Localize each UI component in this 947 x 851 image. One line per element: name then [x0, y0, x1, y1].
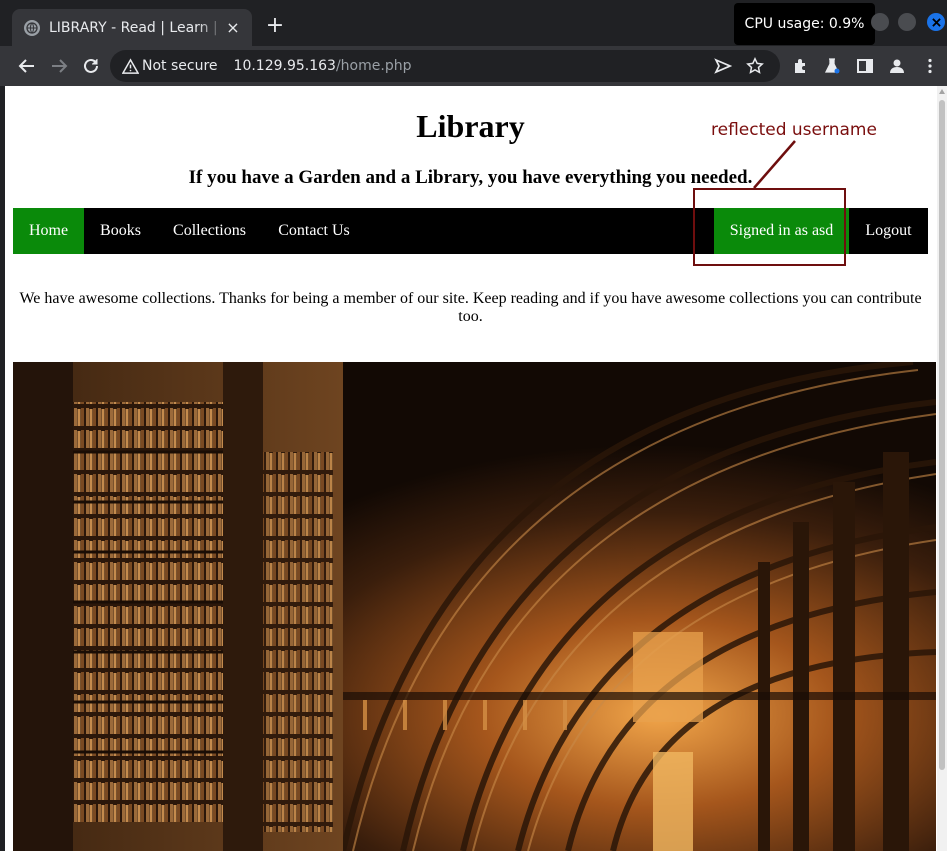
person-icon — [890, 59, 904, 73]
bookmark-button[interactable] — [744, 55, 766, 77]
site-navbar: Home Books Collections Contact Us Signed… — [13, 208, 928, 254]
security-status[interactable]: Not secure — [142, 58, 218, 74]
window-close-button[interactable] — [927, 13, 945, 31]
reload-button[interactable] — [80, 55, 102, 77]
send-tab-button[interactable] — [712, 55, 734, 77]
star-icon — [746, 57, 764, 74]
url-path: /home.php — [335, 58, 412, 74]
nav-home[interactable]: Home — [13, 208, 84, 254]
nav-books[interactable]: Books — [84, 208, 157, 254]
browser-tab[interactable]: LIBRARY - Read | Learn | Have Fun × — [12, 9, 252, 46]
labs-button[interactable] — [821, 55, 843, 77]
scrollbar-thumb[interactable] — [939, 100, 945, 770]
url-host: 10.129.95.163 — [233, 58, 336, 74]
page-viewport: Library If you have a Garden and a Libra… — [5, 86, 947, 851]
back-button[interactable] — [16, 55, 38, 77]
reload-icon — [84, 58, 98, 73]
page-scrollbar[interactable] — [937, 86, 947, 851]
nav-logout[interactable]: Logout — [849, 208, 928, 254]
signed-in-user[interactable]: Signed in as asd — [714, 208, 849, 254]
library-hall-image — [13, 362, 936, 851]
browser-tabstrip: LIBRARY - Read | Learn | Have Fun × + CP… — [0, 0, 947, 46]
close-icon — [931, 17, 941, 27]
cpu-usage-tooltip: CPU usage: 0.9% — [734, 3, 875, 45]
side-panel-button[interactable] — [854, 55, 876, 77]
tab-title: LIBRARY - Read | Learn | Have Fun — [49, 19, 224, 36]
warning-icon — [122, 57, 140, 75]
annotation-label: reflected username — [711, 120, 877, 140]
browser-toolbar: Not secure 10.129.95.163/home.php — [0, 46, 947, 86]
nav-collections[interactable]: Collections — [157, 208, 262, 254]
tab-close-icon[interactable]: × — [224, 18, 242, 37]
address-bar[interactable]: Not secure 10.129.95.163/home.php — [110, 50, 780, 82]
extensions-button[interactable] — [790, 55, 812, 77]
profile-button[interactable] — [886, 55, 908, 77]
new-tab-button[interactable]: + — [263, 14, 287, 38]
forward-button[interactable] — [48, 55, 70, 77]
window-maximize-button[interactable] — [898, 13, 916, 31]
intro-text: We have awesome collections. Thanks for … — [19, 290, 922, 325]
arrow-left-icon — [18, 59, 34, 73]
side-panel-icon — [857, 59, 873, 73]
page-subtitle: If you have a Garden and a Library, you … — [188, 167, 753, 188]
flask-icon — [824, 58, 840, 74]
window-minimize-button[interactable] — [871, 13, 889, 31]
arrow-right-icon — [52, 59, 68, 73]
menu-button[interactable] — [919, 55, 941, 77]
send-icon — [714, 58, 732, 74]
nav-contact[interactable]: Contact Us — [262, 208, 366, 254]
puzzle-icon — [795, 59, 805, 73]
kebab-menu-icon — [928, 58, 932, 74]
globe-icon — [24, 19, 40, 36]
scroll-up-arrow-icon[interactable] — [939, 89, 945, 94]
